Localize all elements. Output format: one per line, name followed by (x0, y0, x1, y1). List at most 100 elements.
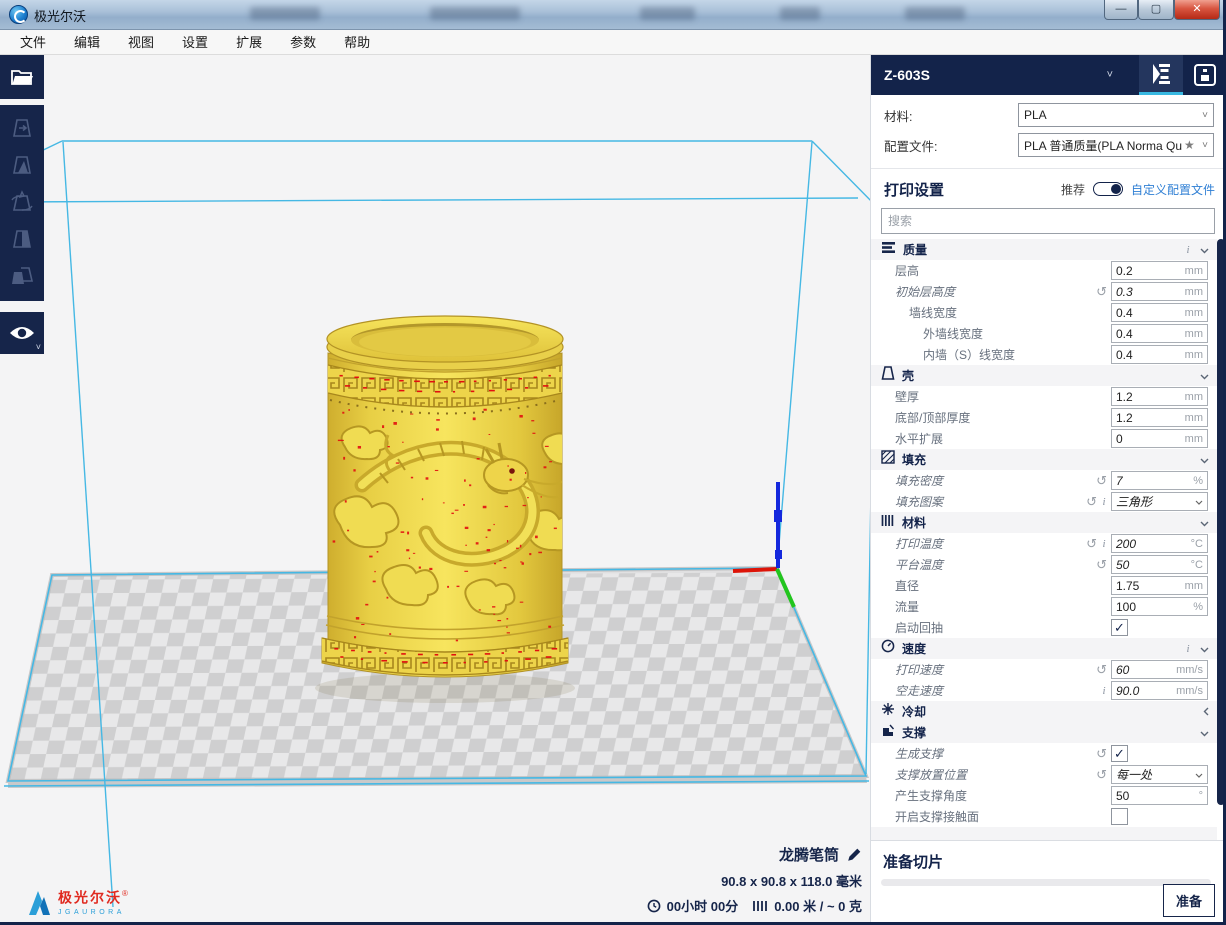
prepare-panel: 准备切片 准备 (871, 840, 1226, 925)
material-dropdown[interactable]: PLA ˅ (1018, 103, 1214, 127)
window-title: 极光尔沃 (34, 6, 86, 25)
info-icon: i (1101, 538, 1107, 550)
print-time-icon (647, 899, 661, 913)
printer-selector-bar[interactable]: Z-603S ˅ (871, 55, 1226, 95)
setting-input[interactable]: 0.4mm (1111, 303, 1208, 322)
section-header-cooling[interactable]: 冷却 (871, 701, 1217, 722)
move-tool-icon[interactable] (10, 116, 34, 142)
chevron-down-icon: ˅ (1202, 110, 1208, 121)
setting-input[interactable]: 0.4mm (1111, 324, 1208, 343)
setting-input[interactable]: 60mm/s (1111, 660, 1208, 679)
revert-icon[interactable]: ↺ (1096, 475, 1107, 487)
setting-row-3-4: 启动回抽✓ (871, 617, 1217, 638)
per-model-settings-icon[interactable] (9, 264, 35, 290)
setting-label: 生成支撑 (895, 745, 943, 762)
setting-input[interactable]: 0.4mm (1111, 345, 1208, 364)
model-dragon-pen-holder[interactable] (315, 316, 586, 703)
profile-label: 配置文件: (884, 136, 937, 155)
setting-input[interactable]: 0mm (1111, 429, 1208, 448)
prepare-button[interactable]: 准备 (1163, 884, 1215, 917)
slice-settings-icon (1150, 62, 1172, 86)
setting-input[interactable]: 1.75mm (1111, 576, 1208, 595)
checkbox[interactable] (1111, 808, 1128, 825)
setting-row-0-1: 初始层高度↺0.3mm (871, 281, 1217, 302)
revert-icon[interactable]: ↺ (1086, 538, 1097, 550)
setting-input[interactable]: 200°C (1111, 534, 1208, 553)
setting-dropdown[interactable]: 三角形 (1111, 492, 1208, 511)
section-header-infill[interactable]: 填充 (871, 449, 1217, 470)
view-mode-button[interactable]: ˅ (0, 312, 44, 354)
rotate-tool-icon[interactable] (9, 190, 35, 216)
scale-tool-icon[interactable] (10, 153, 34, 179)
recommended-custom-toggle[interactable] (1093, 182, 1123, 196)
mirror-tool-icon[interactable] (10, 227, 34, 253)
prepare-title: 准备切片 (883, 851, 943, 872)
setting-row-0-3: 外墙线宽度 0.4mm (871, 323, 1217, 344)
chevron-down-icon (1195, 770, 1203, 780)
unit-label: mm (1185, 307, 1203, 319)
setting-input[interactable]: 7% (1111, 471, 1208, 490)
tab-printer-monitor[interactable] (1183, 55, 1226, 95)
custom-profile-link[interactable]: 自定义配置文件 (1131, 181, 1215, 198)
material-row: 材料: PLA ˅ (871, 103, 1226, 127)
support-icon (881, 723, 895, 742)
unit-label: mm/s (1176, 685, 1203, 697)
revert-icon[interactable]: ↺ (1096, 664, 1107, 676)
menu-item-0[interactable]: 文件 (6, 30, 60, 55)
menu-item-4[interactable]: 扩展 (222, 30, 276, 55)
menu-item-3[interactable]: 设置 (168, 30, 222, 55)
shell-icon (881, 366, 895, 385)
setting-label: 填充密度 (895, 472, 943, 489)
setting-row-2-0: 填充密度 ↺ 7% (871, 470, 1217, 491)
setting-row-6-1: 支撑放置位置↺每一处 (871, 764, 1217, 785)
menu-item-1[interactable]: 编辑 (60, 30, 114, 55)
setting-label: 外墙线宽度 (923, 325, 983, 342)
setting-row-0-4: 内墙（S）线宽度0.4mm (871, 344, 1217, 365)
section-header-speed[interactable]: 速度i (871, 638, 1217, 659)
setting-input[interactable]: 90.0mm/s (1111, 681, 1208, 700)
close-button[interactable]: ✕ (1174, 0, 1220, 20)
unit-label: mm (1185, 580, 1203, 592)
revert-icon[interactable]: ↺ (1096, 559, 1107, 571)
setting-input[interactable]: 50°C (1111, 555, 1208, 574)
setting-label: 壁厚 (895, 388, 919, 405)
revert-icon[interactable]: ↺ (1096, 286, 1107, 298)
section-header-material[interactable]: 材料 (871, 512, 1217, 533)
setting-label: 平台温度 (895, 556, 943, 573)
setting-label: 水平扩展 (895, 430, 943, 447)
edit-pencil-icon[interactable] (847, 847, 862, 862)
open-file-button[interactable] (0, 55, 44, 99)
setting-row-4-1: 空走速度i90.0mm/s (871, 680, 1217, 701)
checkbox[interactable]: ✓ (1111, 619, 1128, 636)
settings-search-input[interactable] (881, 208, 1215, 234)
setting-input[interactable]: 0.3mm (1111, 282, 1208, 301)
unit-label: mm (1185, 328, 1203, 340)
setting-input[interactable]: 1.2mm (1111, 387, 1208, 406)
minimize-button[interactable]: — (1104, 0, 1138, 20)
revert-icon[interactable]: ↺ (1096, 769, 1107, 781)
setting-input[interactable]: 100% (1111, 597, 1208, 616)
tab-print-setup[interactable] (1139, 55, 1183, 95)
title-bar[interactable]: 极光尔沃 — ▢ ✕ (0, 0, 1226, 30)
menu-item-6[interactable]: 帮助 (330, 30, 384, 55)
section-header-quality[interactable]: 质量i (871, 239, 1217, 260)
revert-icon[interactable]: ↺ (1086, 496, 1097, 508)
printer-name: Z-603S (884, 67, 930, 83)
setting-dropdown[interactable]: 每一处 (1111, 765, 1208, 784)
setting-input[interactable]: 1.2mm (1111, 408, 1208, 427)
profile-dropdown[interactable]: PLA 普通质量(PLA Norma Qua ★ ˅ (1018, 133, 1214, 157)
setting-input[interactable]: 0.2mm (1111, 261, 1208, 280)
maximize-button[interactable]: ▢ (1138, 0, 1174, 20)
print-time: 00小时 00分 (667, 896, 739, 915)
revert-icon[interactable]: ↺ (1096, 748, 1107, 760)
cooling-icon (881, 702, 895, 721)
section-header-support[interactable]: 支撑 (871, 722, 1217, 743)
settings-list: 质量i层高0.2mm初始层高度↺0.3mm墙线宽度0.4mm外墙线宽度0.4mm… (871, 239, 1217, 840)
setting-input[interactable]: 50° (1111, 786, 1208, 805)
menu-item-5[interactable]: 参数 (276, 30, 330, 55)
section-header-shell[interactable]: 壳 (871, 365, 1217, 386)
slice-progress-bar (881, 879, 1211, 886)
menu-item-2[interactable]: 视图 (114, 30, 168, 55)
checkbox[interactable]: ✓ (1111, 745, 1128, 762)
viewport-3d[interactable]: 龙腾笔筒 90.8 x 90.8 x 118.0 毫米 00小时 00分 0.0… (0, 55, 870, 925)
